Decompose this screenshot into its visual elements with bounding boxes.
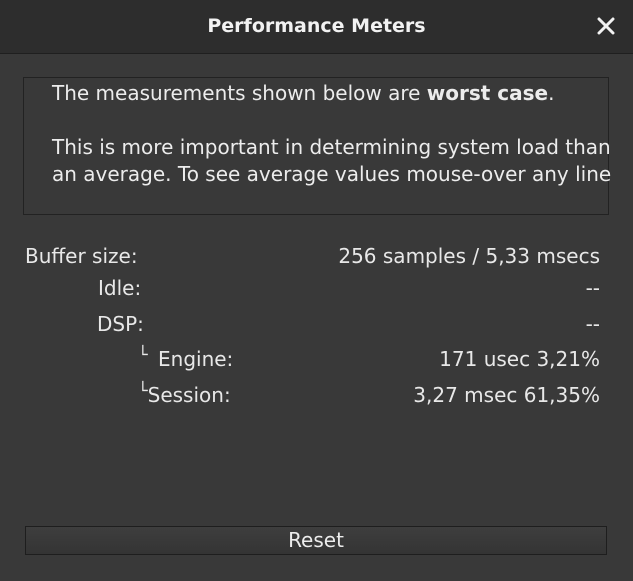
idle-label: Idle:: [98, 276, 142, 300]
idle-value: --: [585, 276, 600, 300]
close-icon: [597, 17, 615, 35]
session-value: 3,27 msec 61,35%: [413, 383, 600, 407]
engine-row-label: └ Engine:: [138, 345, 234, 371]
engine-label: Engine:: [158, 347, 234, 371]
info-line-1-suffix: .: [548, 81, 555, 105]
buffer-size-label: Buffer size:: [25, 244, 138, 268]
close-button[interactable]: [592, 12, 620, 40]
worst-case-emphasis: worst case: [426, 81, 549, 105]
title-bar: Performance Meters: [0, 0, 633, 54]
dsp-label: DSP:: [97, 312, 144, 336]
window-title: Performance Meters: [207, 15, 426, 37]
session-row-label: └Session:: [138, 381, 231, 407]
info-line-1-text: The measurements shown below are: [52, 81, 427, 105]
reset-button[interactable]: Reset: [25, 526, 607, 555]
tree-branch-icon: └: [138, 381, 148, 400]
engine-value: 171 usec 3,21%: [439, 347, 600, 371]
info-paragraph-2: This is more important in determining sy…: [52, 135, 612, 186]
tree-branch-icon: └: [138, 345, 148, 364]
info-box: The measurements shown below are worst c…: [23, 77, 612, 215]
info-line-1: The measurements shown below are worst c…: [52, 80, 554, 107]
session-label: Session:: [147, 383, 231, 407]
buffer-size-value: 256 samples / 5,33 msecs: [338, 244, 600, 268]
performance-meters-dialog: Performance Meters The measurements show…: [0, 0, 633, 581]
dsp-value: --: [585, 312, 600, 336]
